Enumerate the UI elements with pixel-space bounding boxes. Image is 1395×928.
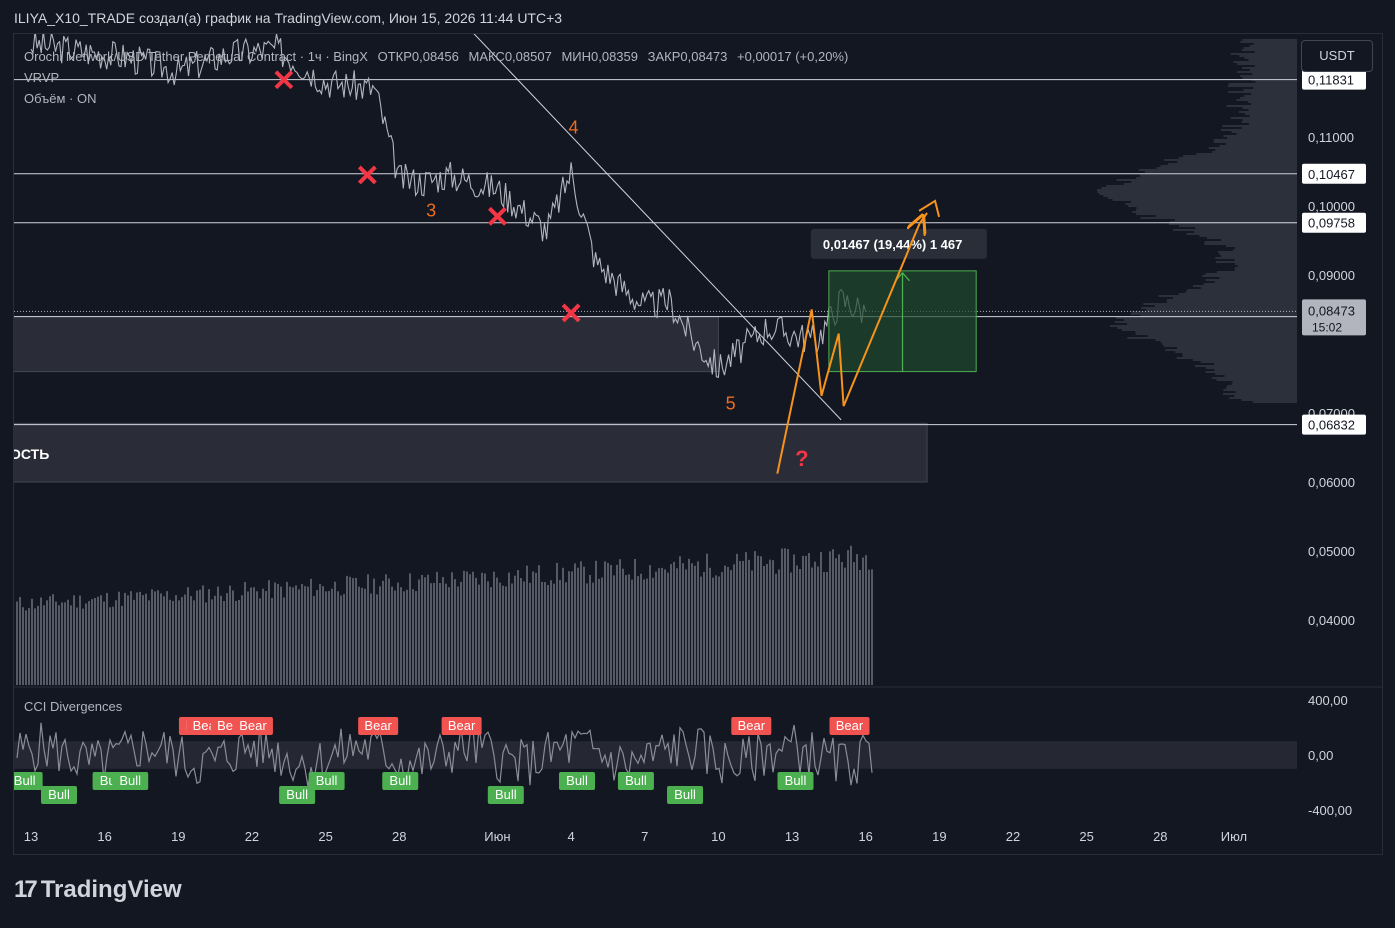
x-mark-icon: [357, 165, 377, 185]
open-value: ОТКР0,08456: [377, 49, 459, 64]
x-tick-label: 25: [1079, 829, 1093, 844]
change-value: +0,00017 (+0,20%): [737, 49, 849, 64]
x-tick-label: 16: [97, 829, 111, 844]
cci-tick-label: 400,00: [1308, 693, 1348, 708]
x-tick-label: 28: [1153, 829, 1167, 844]
bull-label: Bull: [389, 773, 411, 788]
question-mark: ?: [795, 446, 808, 471]
cci-tick-label: -400,00: [1308, 803, 1352, 818]
tradingview-logo[interactable]: 17 TradingView: [14, 876, 182, 904]
projection-arrow-head: [918, 199, 941, 218]
low-value: МИН0,08359: [561, 49, 638, 64]
bear-label: Bear: [836, 718, 864, 733]
bull-label: Bull: [286, 787, 308, 802]
bull-label: Bull: [316, 773, 338, 788]
x-tick-label: 22: [245, 829, 259, 844]
bear-label: Bear: [738, 718, 766, 733]
current-price-label: 0,08473: [1308, 303, 1355, 318]
x-tick-label: 13: [785, 829, 799, 844]
bear-label: Bear: [239, 718, 267, 733]
chart-header: ILIYA_X10_TRADE создал(а) график на Trad…: [14, 10, 563, 26]
x-tick-label: 28: [392, 829, 406, 844]
x-tick-label: 10: [711, 829, 725, 844]
x-tick-label: 19: [932, 829, 946, 844]
level-label: 0,10467: [1308, 167, 1355, 182]
chart-frame[interactable]: ОСТЬ 0,01467 (19,44%) 1 467 3 4 5? 400,00 0,…: [13, 33, 1383, 855]
bull-label: Bull: [674, 787, 696, 802]
projection-tail: [918, 212, 928, 224]
y-tick-label: 0,09000: [1308, 268, 1355, 283]
bull-label: Bull: [119, 773, 141, 788]
y-tick-label: 0,11000: [1308, 130, 1354, 145]
high-value: МАКС0,08507: [468, 49, 552, 64]
x-tick-label: 13: [24, 829, 38, 844]
wave-label: 4: [569, 118, 579, 138]
bull-label: Bull: [785, 773, 807, 788]
currency-button[interactable]: USDT: [1301, 40, 1373, 72]
y-tick-label: 0,05000: [1308, 544, 1355, 559]
x-tick-label: 16: [858, 829, 872, 844]
indicator-vrvp[interactable]: VRVP: [24, 67, 848, 88]
y-tick-label: 0,04000: [1308, 613, 1355, 628]
x-tick-label: 7: [641, 829, 648, 844]
bull-label: Bull: [48, 787, 70, 802]
demand-zone: [14, 422, 928, 483]
x-tick-label: 19: [171, 829, 185, 844]
tradingview-logo-icon: 17: [14, 876, 38, 903]
wave-label: 3: [426, 200, 436, 220]
bull-label: Bull: [566, 773, 588, 788]
cci-tick-label: 0,00: [1308, 748, 1333, 763]
demand-zone: [14, 315, 719, 373]
close-value: ЗАКР0,08473: [647, 49, 728, 64]
x-tick-label: 22: [1006, 829, 1020, 844]
cci-indicator-title[interactable]: CCI Divergences: [24, 699, 122, 714]
x-tick-label: 25: [318, 829, 332, 844]
bear-label: Bear: [364, 718, 392, 733]
countdown-label: 15:02: [1312, 320, 1342, 334]
symbol-title[interactable]: Orochi Network/USD Tether Perpetual Cont…: [24, 49, 368, 64]
tradingview-brand: TradingView: [40, 876, 182, 903]
level-label: 0,06832: [1308, 418, 1355, 433]
level-label: 0,09758: [1308, 216, 1355, 231]
chart-legend: Orochi Network/USD Tether Perpetual Cont…: [24, 46, 848, 109]
x-tick-label: 4: [567, 829, 574, 844]
zone-label: ОСТЬ: [14, 446, 49, 462]
x-tick-label: Июл: [1221, 829, 1247, 844]
bull-label: Bull: [14, 773, 36, 788]
bull-label: Bull: [495, 787, 517, 802]
x-mark-icon: [488, 206, 507, 226]
x-tick-label: Июн: [484, 829, 510, 844]
bull-label: Bull: [625, 773, 647, 788]
price-chart[interactable]: ОСТЬ 0,01467 (19,44%) 1 467 3 4 5? 400,00 0,…: [14, 34, 1382, 854]
indicator-volume[interactable]: Объём · ON: [24, 88, 848, 109]
wave-label: 5: [726, 394, 736, 414]
y-tick-label: 0,10000: [1308, 199, 1355, 214]
measure-tooltip: 0,01467 (19,44%) 1 467: [823, 237, 963, 252]
bear-label: Bear: [448, 718, 476, 733]
level-label: 0,11831: [1308, 73, 1354, 88]
y-tick-label: 0,06000: [1308, 475, 1355, 490]
